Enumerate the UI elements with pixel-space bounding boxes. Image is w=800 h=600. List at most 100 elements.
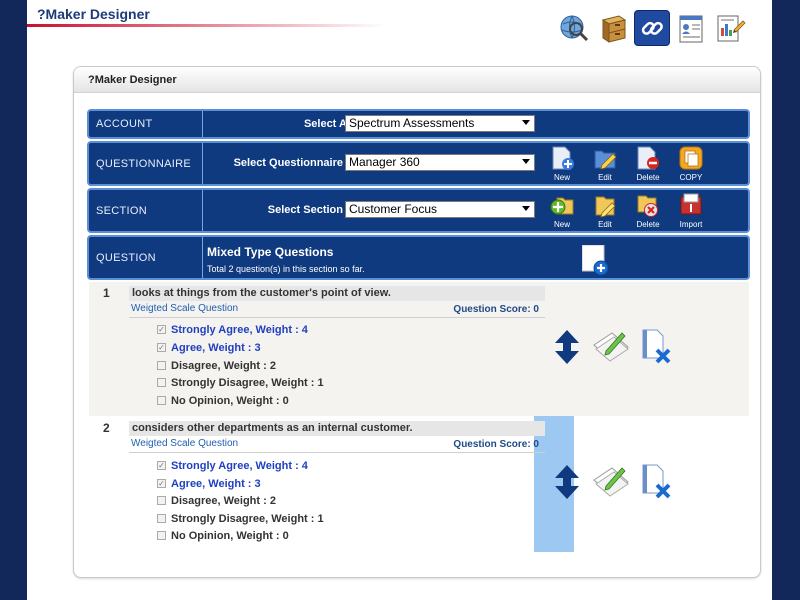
option-checkbox[interactable] [157,396,166,405]
page: ?Maker Designer ?Maker Designer ACCOUNT … [27,0,772,600]
globe-search-icon [560,15,589,42]
section-select-value: Customer Focus [349,202,438,216]
app-header: ?Maker Designer [27,0,772,60]
question-text: looks at things from the customer's poin… [129,286,545,301]
designer-panel: ?Maker Designer ACCOUNT Select Account S… [73,66,761,578]
up-down-arrow-icon [555,465,579,499]
copy-questionnaire-label: COPY [679,173,703,182]
option-label: Strongly Agree, Weight : 4 [171,323,308,336]
delete-section-button[interactable]: Delete [630,192,666,232]
delete-questionnaire-label: Delete [636,173,660,182]
option-item: Strongly Disagree, Weight : 1 [157,375,324,390]
delete-question-button[interactable] [641,328,673,369]
title-underline [27,24,387,27]
delete-question-button[interactable] [641,463,673,504]
question-type: Weigted Scale Question [131,438,239,449]
option-label: Strongly Disagree, Weight : 1 [171,512,324,525]
new-questionnaire-label: New [553,173,570,182]
question-row: 2 considers other departments as an inte… [89,417,749,552]
contact-card-icon [679,15,703,43]
edit-question-button[interactable] [592,327,630,368]
copy-icon [679,146,703,170]
delete-questionnaire-button[interactable]: Delete [630,145,666,185]
option-item: Disagree, Weight : 2 [157,358,276,373]
add-document-icon [581,244,609,276]
filing-cabinet-button[interactable] [595,10,631,46]
option-label: Strongly Agree, Weight : 4 [171,459,308,472]
report-chart-button[interactable] [712,10,748,46]
delete-document-icon [642,329,671,364]
questionnaire-bar: QUESTIONNAIRE Select Questionnaire Manag… [87,141,750,186]
option-label: No Opinion, Weight : 0 [171,394,289,407]
account-select[interactable]: Spectrum Assessments [345,115,535,132]
delete-section-label: Delete [636,220,660,229]
option-item: Strongly Disagree, Weight : 1 [157,511,324,526]
question-count-text: Total 2 question(s) in this section so f… [207,264,365,274]
question-score: Question Score: 0 [453,304,539,315]
link-icon [641,21,663,35]
option-checkbox[interactable]: ✓ [157,325,166,334]
new-section-button[interactable]: New [544,192,580,232]
new-section-label: New [553,220,570,229]
option-checkbox[interactable] [157,514,166,523]
delete-document-icon [637,146,659,170]
edit-questionnaire-label: Edit [598,173,612,182]
globe-search-button[interactable] [556,10,592,46]
question-score: Question Score: 0 [453,439,539,450]
section-bar: SECTION Select Section Customer Focus Ne… [87,188,750,233]
copy-questionnaire-button[interactable]: COPY [673,145,709,185]
edit-question-button[interactable] [592,462,630,503]
question-row: 1 looks at things from the customer's po… [89,282,749,416]
account-select-value: Spectrum Assessments [349,116,475,130]
edit-pencil-icon [593,467,629,497]
question-divider [129,452,545,453]
edit-section-label: Edit [598,220,612,229]
chevron-down-icon [522,206,530,211]
option-checkbox[interactable] [157,361,166,370]
edit-pencil-icon [593,332,629,362]
new-document-icon [552,146,574,170]
option-item: ✓ Strongly Agree, Weight : 4 [157,322,308,337]
option-checkbox[interactable]: ✓ [157,479,166,488]
option-checkbox[interactable] [157,378,166,387]
section-select[interactable]: Customer Focus [345,201,535,218]
panel-title: ?Maker Designer [74,67,760,93]
option-checkbox[interactable] [157,496,166,505]
add-question-button[interactable] [581,244,609,276]
section-section-label: SECTION [89,190,203,231]
option-checkbox[interactable]: ✓ [157,343,166,352]
option-label: No Opinion, Weight : 0 [171,529,289,542]
import-section-button[interactable]: Import [673,192,709,232]
questionnaire-select[interactable]: Manager 360 [345,154,535,171]
move-question-button[interactable] [555,465,579,504]
section-field-label: Select Section [267,204,343,216]
new-folder-icon [550,197,574,215]
question-type: Weigted Scale Question [131,303,239,314]
new-questionnaire-button[interactable]: New [544,145,580,185]
toolbar [556,10,748,50]
option-item: No Opinion, Weight : 0 [157,528,289,543]
question-section-label: QUESTION [89,237,203,278]
question-number: 2 [103,421,110,435]
option-label: Strongly Disagree, Weight : 1 [171,376,324,389]
account-section-label: ACCOUNT [89,111,203,137]
questionnaire-section-label: QUESTIONNAIRE [89,143,203,184]
question-bar: QUESTION Mixed Type Questions Total 2 qu… [87,235,750,280]
link-button[interactable] [634,10,670,46]
questionnaire-select-value: Manager 360 [349,155,420,169]
move-question-button[interactable] [555,330,579,369]
questionnaire-field-label: Select Questionnaire [233,157,343,169]
contact-card-button[interactable] [673,10,709,46]
edit-folder-icon [594,150,617,170]
delete-folder-icon [637,195,658,217]
edit-section-button[interactable]: Edit [587,192,623,232]
edit-questionnaire-button[interactable]: Edit [587,145,623,185]
option-checkbox[interactable]: ✓ [157,461,166,470]
report-chart-icon [717,15,746,42]
option-label: Disagree, Weight : 2 [171,359,276,372]
option-checkbox[interactable] [157,531,166,540]
import-icon [680,193,702,215]
option-item: ✓ Agree, Weight : 3 [157,476,261,491]
option-label: Agree, Weight : 3 [171,477,261,490]
option-item: ✓ Agree, Weight : 3 [157,340,261,355]
